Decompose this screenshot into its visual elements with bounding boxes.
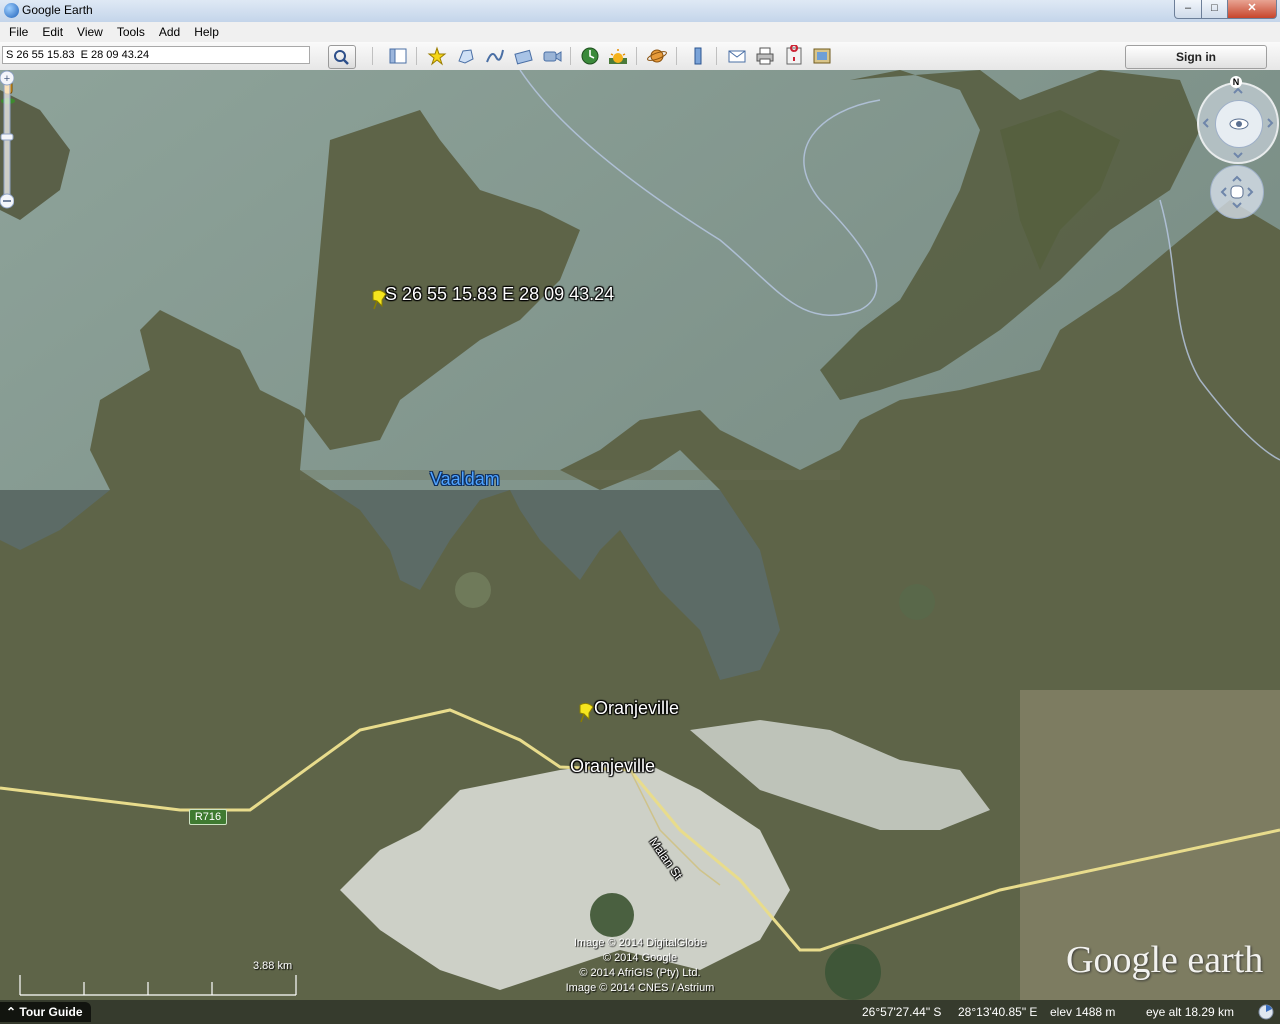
status-elevation: elev 1488 m — [1050, 1005, 1116, 1019]
toolbar-separator — [570, 47, 571, 65]
sidebar-toggle-button[interactable] — [387, 45, 409, 67]
kml-icon — [813, 48, 831, 64]
kml-button[interactable] — [811, 45, 833, 67]
search-input[interactable] — [2, 46, 310, 64]
add-placemark-button[interactable] — [426, 45, 448, 67]
credit-line: © 2014 AfriGIS (Pty) Ltd. — [579, 967, 701, 979]
look-arrows-icon — [1202, 87, 1274, 159]
google-earth-app-icon — [4, 3, 19, 18]
maximize-button[interactable]: □ — [1201, 0, 1228, 19]
sunlight-button[interactable] — [607, 45, 629, 67]
record-tour-button[interactable] — [541, 45, 563, 67]
hand-icon — [1220, 175, 1254, 209]
credit-line: © 2014 Google — [602, 952, 678, 964]
toolbar: Sign in — [0, 42, 1280, 71]
add-path-button[interactable] — [484, 45, 506, 67]
menu-edit[interactable]: Edit — [35, 22, 70, 42]
search-button[interactable] — [328, 45, 356, 69]
google-earth-logo: Google earth — [1066, 939, 1264, 981]
scale-label: 3.88 km — [253, 960, 293, 972]
status-latitude: 26°57'27.44" S — [862, 1005, 942, 1019]
toolbar-separator — [716, 47, 717, 65]
planets-icon — [647, 49, 667, 63]
toolbar-separator — [372, 47, 373, 65]
tour-guide-label: Tour Guide — [19, 1005, 83, 1019]
email-icon — [728, 50, 746, 63]
window-title: Google Earth — [22, 3, 93, 17]
credit-line: Image © 2014 CNES / Astrium — [565, 982, 715, 994]
status-longitude: 28°13'40.85" E — [958, 1005, 1038, 1019]
placemark-icon — [427, 46, 447, 66]
streaming-indicator-icon — [1258, 1004, 1274, 1020]
map-label-town: Oranjeville — [570, 756, 656, 776]
print-button[interactable] — [754, 45, 776, 67]
toolbar-separator — [636, 47, 637, 65]
ruler-button[interactable] — [687, 45, 709, 67]
menu-bar: File Edit View Tools Add Help — [0, 22, 1280, 42]
historical-imagery-button[interactable] — [579, 45, 601, 67]
email-button[interactable] — [726, 45, 748, 67]
toolbar-separator — [676, 47, 677, 65]
north-indicator[interactable]: N — [1230, 76, 1242, 88]
path-icon — [486, 49, 504, 63]
add-image-overlay-button[interactable] — [513, 45, 535, 67]
image-overlay-icon — [514, 49, 533, 65]
imagery-credits: Image © 2014 DigitalGlobe © 2014 Google … — [520, 936, 760, 996]
title-bar: Google Earth – □ ✕ — [0, 0, 1280, 23]
menu-add[interactable]: Add — [152, 22, 187, 42]
svg-text:+: + — [4, 73, 10, 85]
map-label-vaaldam: Vaaldam — [430, 469, 500, 489]
search-icon — [334, 50, 349, 65]
sign-in-button[interactable]: Sign in — [1125, 45, 1267, 69]
status-eye-altitude: eye alt 18.29 km — [1146, 1005, 1235, 1019]
view-in-google-maps-button[interactable] — [783, 44, 805, 67]
record-tour-icon — [543, 51, 562, 62]
menu-view[interactable]: View — [70, 22, 110, 42]
sidebar-icon — [389, 48, 407, 64]
polygon-icon — [458, 49, 474, 64]
toolbar-separator — [416, 47, 417, 65]
historical-imagery-icon — [581, 47, 599, 65]
minimize-button[interactable]: – — [1174, 0, 1202, 19]
map-viewport[interactable]: S 26 55 15.83 E 28 09 43.24 Oranjeville … — [0, 70, 1280, 1000]
placemark-label-coordinates[interactable]: S 26 55 15.83 E 28 09 43.24 — [385, 284, 614, 305]
print-icon — [756, 47, 774, 65]
move-control[interactable] — [1210, 165, 1264, 219]
menu-help[interactable]: Help — [187, 22, 226, 42]
ruler-icon — [694, 47, 702, 65]
sunlight-icon — [609, 49, 627, 64]
placemark-label-oranjeville[interactable]: Oranjeville — [594, 698, 679, 719]
zoom-slider[interactable]: + — [0, 70, 14, 210]
chevron-up-icon: ⌃ — [6, 1005, 20, 1019]
satellite-imagery — [0, 70, 1280, 1000]
menu-file[interactable]: File — [2, 22, 35, 42]
google-maps-icon — [786, 44, 802, 65]
close-button[interactable]: ✕ — [1227, 0, 1277, 19]
menu-tools[interactable]: Tools — [110, 22, 152, 42]
planets-button[interactable] — [646, 45, 668, 67]
tour-guide-button[interactable]: ⌃ Tour Guide — [0, 1002, 91, 1022]
add-polygon-button[interactable] — [455, 45, 477, 67]
route-shield: R716 — [189, 809, 227, 825]
credit-line: Image © 2014 DigitalGlobe — [573, 937, 707, 949]
look-around-control[interactable] — [1197, 82, 1279, 164]
